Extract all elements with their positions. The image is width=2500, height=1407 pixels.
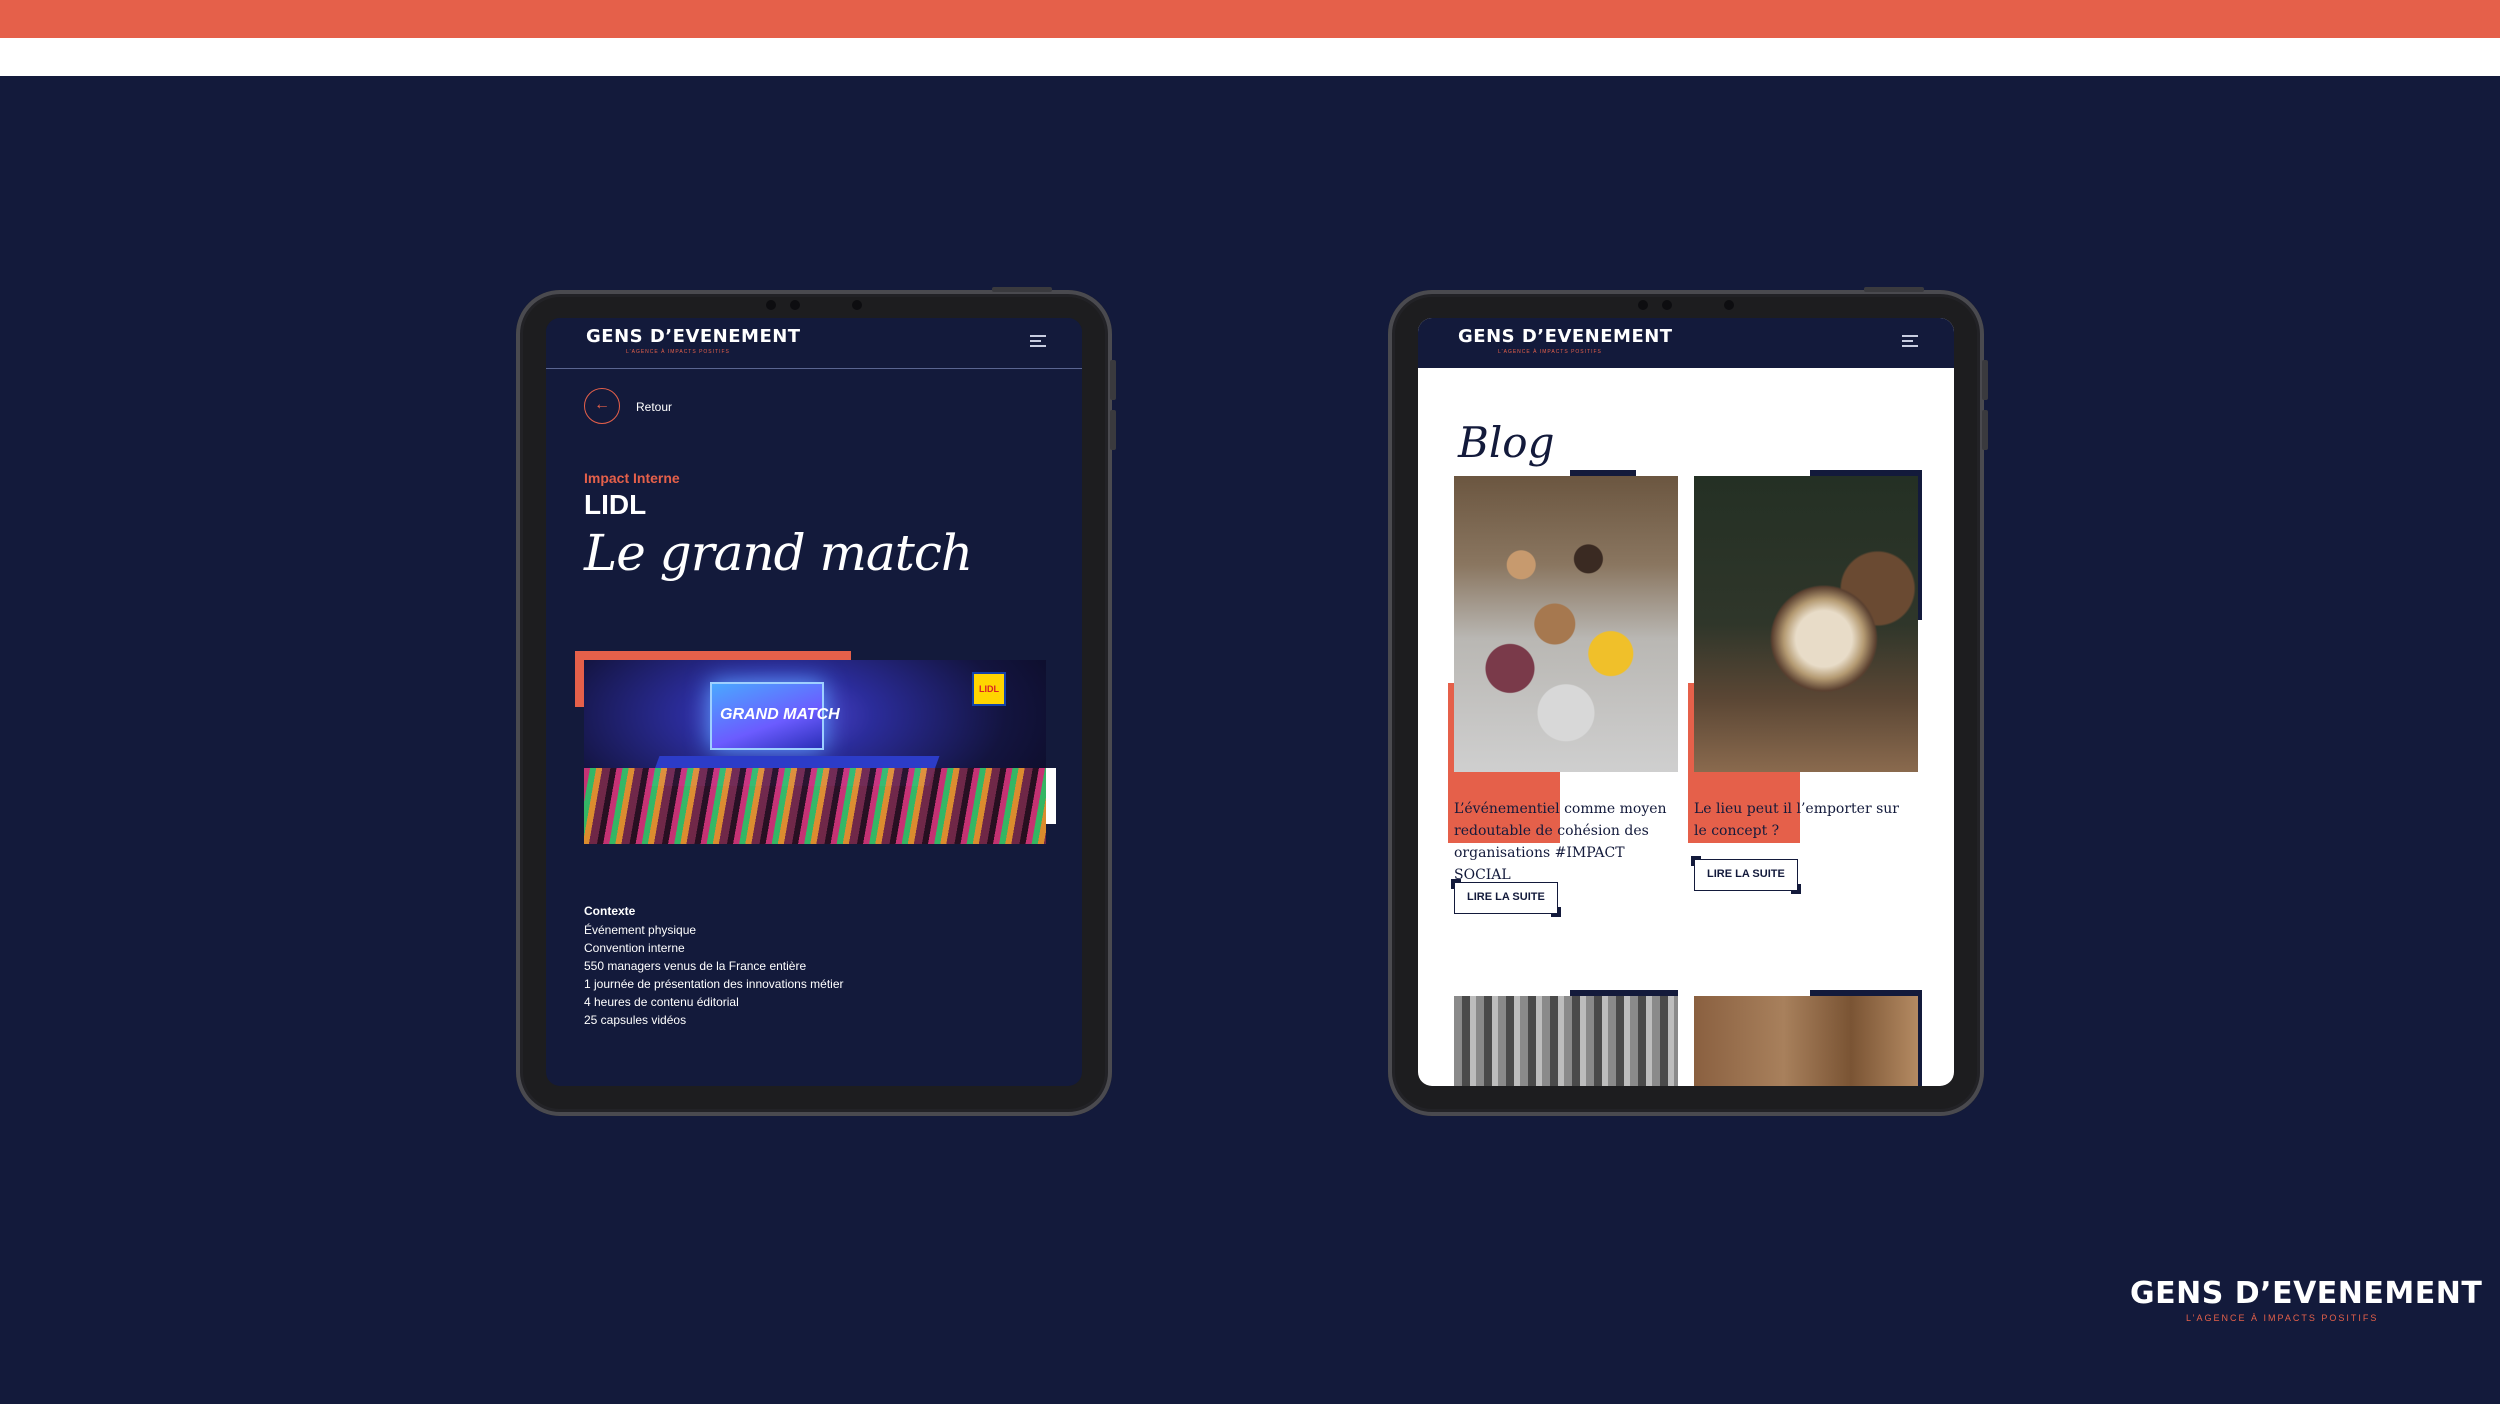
blog-post-image[interactable] bbox=[1694, 996, 1918, 1086]
tablet-volume-up-button bbox=[1982, 360, 1988, 400]
app-header: GENS D’EVENEMENT L’AGENCE À IMPACTS POSI… bbox=[1418, 318, 1954, 368]
back-arrow-icon[interactable]: ← bbox=[584, 388, 620, 424]
project-client: LIDL bbox=[584, 489, 647, 520]
read-more-label: LIRE LA SUITE bbox=[1707, 868, 1785, 880]
hamburger-menu-icon[interactable] bbox=[1902, 335, 1918, 347]
tablet-blog-page: GENS D’EVENEMENT L’AGENCE À IMPACTS POSI… bbox=[1388, 287, 1988, 1116]
site-logo[interactable]: GENS D’EVENEMENT bbox=[586, 326, 801, 347]
back-label[interactable]: Retour bbox=[636, 400, 672, 414]
site-logo-tagline: L’AGENCE À IMPACTS POSITIFS bbox=[626, 349, 730, 355]
site-logo-tagline: L’AGENCE À IMPACTS POSITIFS bbox=[1498, 349, 1602, 355]
event-crowd bbox=[584, 768, 1046, 844]
lidl-logo-badge: LIDL bbox=[972, 672, 1006, 706]
context-item: 25 capsules vidéos bbox=[584, 1013, 687, 1027]
blog-post-caption[interactable]: L’événementiel comme moyen redoutable de… bbox=[1454, 798, 1674, 886]
read-more-label: LIRE LA SUITE bbox=[1467, 891, 1545, 903]
tablet-volume-down-button bbox=[1110, 410, 1116, 450]
project-title: Le grand match bbox=[584, 524, 973, 582]
project-category: Impact Interne bbox=[584, 470, 680, 486]
event-screen-text: GRAND MATCH bbox=[720, 706, 840, 723]
blog-screen: GENS D’EVENEMENT L’AGENCE À IMPACTS POSI… bbox=[1418, 318, 1954, 1086]
read-more-button[interactable]: LIRE LA SUITE bbox=[1691, 856, 1801, 894]
context-title: Contexte bbox=[584, 904, 636, 918]
context-list: Événement physique Convention interne 55… bbox=[584, 921, 844, 1029]
blog-post-caption[interactable]: Le lieu peut il l’emporter sur le concep… bbox=[1694, 798, 1914, 842]
blog-title: Blog bbox=[1458, 418, 1555, 467]
blog-post-image[interactable] bbox=[1454, 476, 1678, 772]
event-stage-screen: GRAND MATCH bbox=[710, 682, 840, 750]
tablet-volume-up-button bbox=[1110, 360, 1116, 400]
presentation-background bbox=[0, 76, 2500, 1404]
tablet-top-button bbox=[992, 287, 1052, 292]
project-screen: GENS D’EVENEMENT L’AGENCE À IMPACTS POSI… bbox=[546, 318, 1082, 1086]
context-item: 1 journée de présentation des innovation… bbox=[584, 977, 844, 991]
hamburger-menu-icon[interactable] bbox=[1030, 335, 1046, 347]
tablet-camera bbox=[766, 300, 866, 310]
site-logo[interactable]: GENS D’EVENEMENT bbox=[1458, 326, 1673, 347]
top-white-band bbox=[0, 38, 2500, 76]
read-more-button[interactable]: LIRE LA SUITE bbox=[1451, 879, 1561, 917]
context-item: Événement physique bbox=[584, 923, 697, 937]
tablet-volume-down-button bbox=[1982, 410, 1988, 450]
top-accent-bar bbox=[0, 0, 2500, 38]
blog-post-image[interactable] bbox=[1694, 476, 1918, 772]
app-header: GENS D’EVENEMENT L’AGENCE À IMPACTS POSI… bbox=[546, 318, 1082, 369]
context-item: 550 managers venus de la France entière bbox=[584, 959, 807, 973]
context-item: 4 heures de contenu éditorial bbox=[584, 995, 739, 1009]
tablet-camera bbox=[1638, 300, 1738, 310]
corner-brand-tagline: L’AGENCE À IMPACTS POSITIFS bbox=[2186, 1313, 2379, 1323]
context-item: Convention interne bbox=[584, 941, 685, 955]
tablet-top-button bbox=[1864, 287, 1924, 292]
corner-brand-logo: GENS D’EVENEMENT bbox=[2130, 1276, 2483, 1311]
blog-post-image[interactable] bbox=[1454, 996, 1678, 1086]
tablet-project-page: GENS D’EVENEMENT L’AGENCE À IMPACTS POSI… bbox=[516, 287, 1116, 1116]
event-photo: GRAND MATCH LIDL bbox=[584, 660, 1046, 844]
